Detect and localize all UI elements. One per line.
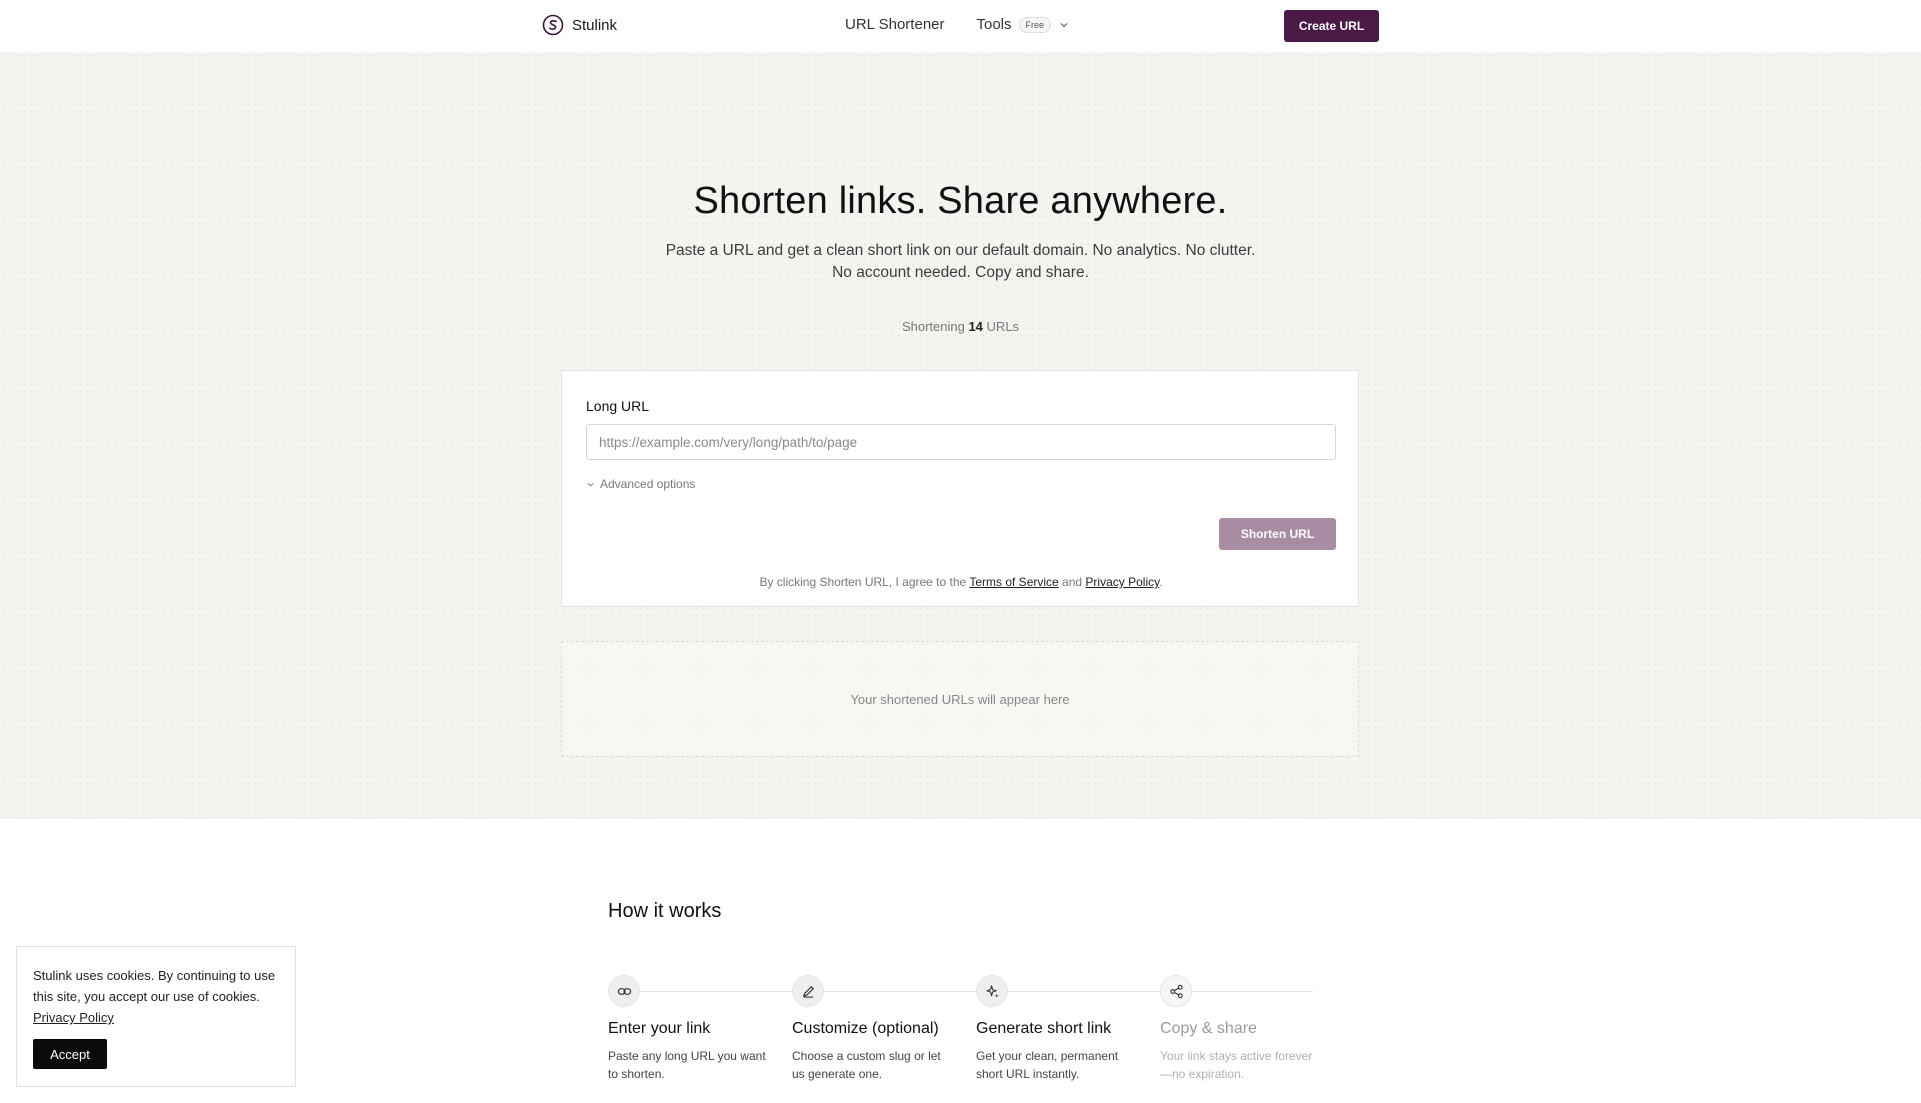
privacy-policy-link[interactable]: Privacy Policy bbox=[1085, 575, 1159, 589]
cookie-text: Stulink uses cookies. By continuing to u… bbox=[33, 968, 276, 1004]
step-description: Your link stays active forever—no expira… bbox=[1160, 1049, 1313, 1081]
agree-prefix: By clicking Shorten URL, I agree to the bbox=[759, 575, 967, 589]
step-copy-share: Copy & share Your link stays active fore… bbox=[1160, 975, 1320, 1083]
advanced-options-label: Advanced options bbox=[600, 477, 696, 491]
nav-tools-dropdown[interactable]: Tools Free bbox=[977, 16, 1071, 33]
step-description: Choose a custom slug or let us generate … bbox=[792, 1049, 941, 1081]
advanced-options-toggle[interactable]: Advanced options bbox=[586, 477, 695, 491]
counter-value: 14 bbox=[968, 319, 983, 334]
step-enter-link: Enter your link Paste any long URL you w… bbox=[608, 975, 768, 1083]
step-generate: Generate short link Get your clean, perm… bbox=[976, 975, 1136, 1083]
site-header: Stulink URL Shortener Tools Free Create … bbox=[0, 0, 1921, 52]
step-title: Enter your link bbox=[608, 1020, 711, 1037]
step-title: Generate short link bbox=[976, 1020, 1112, 1037]
long-url-label: Long URL bbox=[586, 398, 650, 414]
how-it-works-heading: How it works bbox=[608, 900, 722, 922]
share-icon bbox=[1169, 984, 1183, 998]
terms-agreement-text: By clicking Shorten URL, I agree to the … bbox=[562, 575, 1360, 589]
brand-logo-link[interactable]: Stulink bbox=[542, 14, 617, 36]
counter-prefix: Shortening bbox=[901, 319, 965, 334]
step-title: Copy & share bbox=[1160, 1020, 1257, 1037]
cookie-banner: Stulink uses cookies. By continuing to u… bbox=[16, 946, 296, 1087]
cookie-message: Stulink uses cookies. By continuing to u… bbox=[33, 965, 279, 1028]
free-badge: Free bbox=[1018, 16, 1052, 33]
results-empty-text: Your shortened URLs will appear here bbox=[850, 691, 1070, 707]
agree-suffix: . bbox=[1159, 575, 1163, 589]
step-description: Paste any long URL you want to shorten. bbox=[608, 1049, 766, 1081]
counter-suffix: URLs bbox=[986, 319, 1020, 334]
pencil-icon bbox=[802, 985, 814, 998]
accept-cookies-button[interactable]: Accept bbox=[33, 1039, 107, 1069]
nav-tools-label: Tools bbox=[976, 16, 1012, 33]
chevron-down-icon bbox=[587, 482, 594, 487]
brand-name: Stulink bbox=[572, 16, 618, 34]
step-description: Get your clean, permanent short URL inst… bbox=[976, 1049, 1119, 1081]
hero-subtitle: Paste a URL and get a clean short link o… bbox=[665, 242, 1256, 281]
terms-of-service-link[interactable]: Terms of Service bbox=[969, 575, 1058, 589]
agree-and: and bbox=[1062, 575, 1083, 589]
create-url-button[interactable]: Create URL bbox=[1284, 10, 1379, 42]
stulink-logo-icon bbox=[542, 14, 564, 36]
main-nav: URL Shortener Tools Free bbox=[845, 16, 1070, 33]
link-icon bbox=[617, 987, 631, 995]
page-title: Shorten links. Share anywhere. bbox=[693, 180, 1228, 222]
chevron-down-icon bbox=[1060, 22, 1068, 27]
step-customize: Customize (optional) Choose a custom slu… bbox=[792, 975, 952, 1083]
sparkle-icon bbox=[985, 984, 999, 998]
shorten-url-button[interactable]: Shorten URL bbox=[1219, 518, 1336, 550]
results-placeholder: Your shortened URLs will appear here bbox=[561, 641, 1359, 757]
cookie-privacy-policy-link[interactable]: Privacy Policy bbox=[33, 1010, 114, 1025]
hero-section: Shorten links. Share anywhere. Paste a U… bbox=[0, 52, 1921, 819]
shorten-form-card: Long URL Advanced options Shorten URL By… bbox=[561, 370, 1359, 607]
step-title: Customize (optional) bbox=[792, 1020, 939, 1037]
nav-url-shortener[interactable]: URL Shortener bbox=[845, 16, 945, 33]
long-url-input[interactable] bbox=[586, 424, 1336, 460]
url-counter: Shortening 14 URLs bbox=[0, 319, 1921, 334]
